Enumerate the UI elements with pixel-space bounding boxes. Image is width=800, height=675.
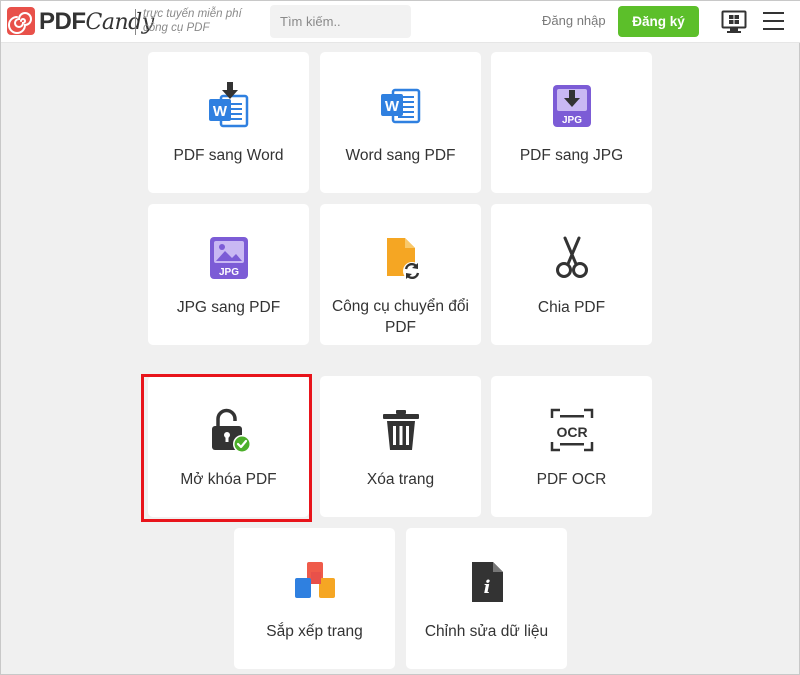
pdfcandy-logo-text[interactable]: PDFCandy [39,8,154,36]
tool-word-to-pdf[interactable]: W Word sang PDF [320,52,481,193]
tool-edit-metadata[interactable]: i Chỉnh sửa dữ liệu [406,528,567,669]
tool-label: PDF sang JPG [519,147,624,164]
tagline: trực tuyến miễn phí công cụ PDF [143,7,268,35]
tool-pdf-converter[interactable]: Công cụ chuyển đổi PDF [320,204,481,345]
file-convert-icon [386,238,421,280]
tool-pdf-ocr[interactable]: OCR PDF OCR [491,376,652,517]
logo-text-bold: PDF [39,8,86,35]
pdf-to-jpg-icon: JPG [552,85,591,127]
tool-label: Mở khóa PDF [180,471,277,488]
svg-text:W: W [384,98,399,115]
top-header: PDFCandy trực tuyến miễn phí công cụ PDF… [1,1,800,43]
tool-jpg-to-pdf[interactable]: JPG JPG sang PDF [148,204,309,345]
rearrange-pages-icon [294,562,335,598]
tool-label: Chỉnh sửa dữ liệu [424,623,549,640]
tool-label: PDF OCR [536,471,607,488]
search-input[interactable] [270,5,411,38]
svg-text:JPG: JPG [561,115,581,126]
tool-split-pdf[interactable]: Chia PDF [491,204,652,345]
tool-label: JPG sang PDF [176,299,281,316]
tagline-line-1: trực tuyến miễn phí [143,8,242,20]
tool-rearrange-pages[interactable]: Sắp xếp trang [234,528,395,669]
pdf-to-word-icon: W [208,82,248,128]
hamburger-menu-icon[interactable] [763,12,784,30]
tool-unlock-pdf[interactable]: Mở khóa PDF [148,376,309,517]
windows-desktop-icon[interactable] [721,9,747,35]
svg-text:JPG: JPG [218,267,238,278]
jpg-image-icon: JPG [209,237,248,279]
tool-label: Công cụ chuyển đổi PDF [331,298,469,336]
tool-label: Chia PDF [537,299,606,316]
tool-label: PDF sang Word [173,147,284,164]
tool-label: Word sang PDF [345,147,456,164]
tool-delete-pages[interactable]: Xóa trang [320,376,481,517]
tool-label: Sắp xếp trang [266,623,363,640]
trash-icon [382,410,419,450]
tagline-line-2: công cụ PDF [143,22,210,34]
signup-button[interactable]: Đăng ký [618,6,699,37]
pdfcandy-logo-icon[interactable] [7,7,35,35]
tool-pdf-to-jpg[interactable]: JPG PDF sang JPG [491,52,652,193]
unlock-icon [211,408,251,453]
svg-text:i: i [483,577,490,598]
tool-pdf-to-word[interactable]: W PDF sang Word [148,52,309,193]
edit-metadata-icon: i [471,562,503,602]
logo-divider [135,9,136,35]
ocr-icon: OCR [550,408,593,452]
word-icon: W [380,88,420,124]
login-link[interactable]: Đăng nhập [542,13,606,28]
svg-text:OCR: OCR [556,424,587,440]
scissors-icon [555,236,588,278]
tool-label: Xóa trang [366,471,435,488]
svg-text:W: W [212,103,227,120]
